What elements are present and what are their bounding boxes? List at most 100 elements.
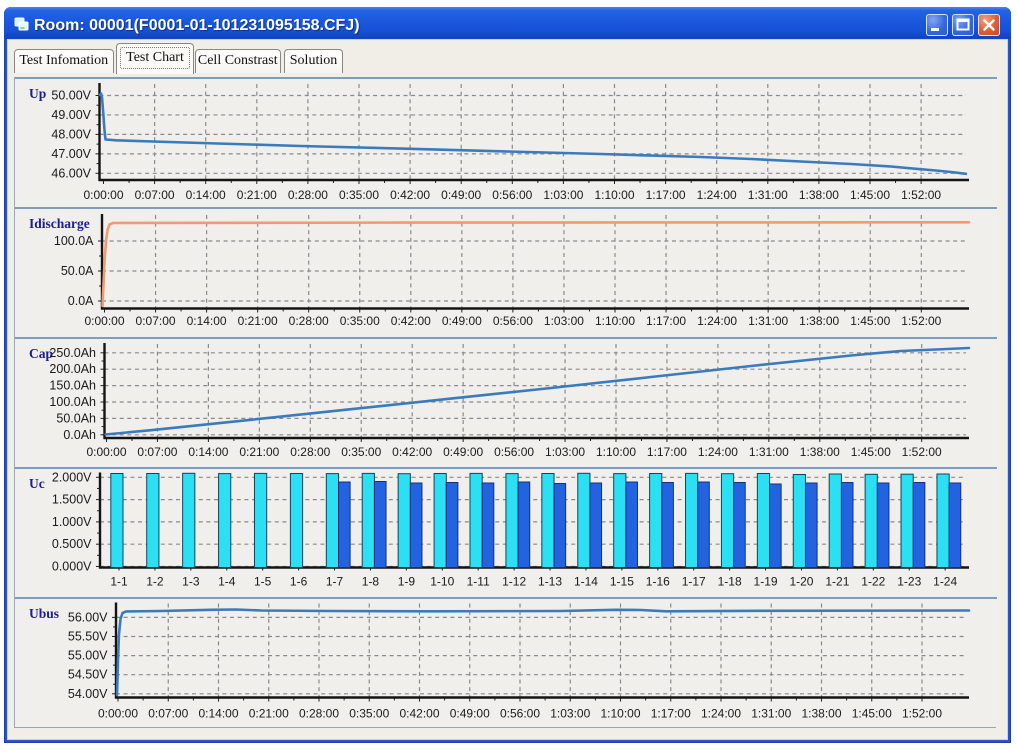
svg-text:0:49:00: 0:49:00 [442,314,482,328]
svg-text:1:10:00: 1:10:00 [596,445,636,459]
svg-text:1-13: 1-13 [538,575,562,589]
svg-text:0:21:00: 0:21:00 [239,445,279,459]
svg-text:0:21:00: 0:21:00 [237,188,277,202]
svg-text:56.00V: 56.00V [68,610,108,624]
svg-text:54.50V: 54.50V [68,668,108,682]
svg-text:1:52:00: 1:52:00 [902,707,942,721]
svg-text:150.0Ah: 150.0Ah [49,379,96,393]
svg-text:1:03:00: 1:03:00 [544,314,584,328]
svg-text:100.0A: 100.0A [54,234,94,248]
svg-text:0:56:00: 0:56:00 [494,445,534,459]
svg-text:1-24: 1-24 [933,575,957,589]
svg-text:54.00V: 54.00V [68,687,108,701]
svg-text:0:07:00: 0:07:00 [135,188,175,202]
svg-text:0:07:00: 0:07:00 [136,314,176,328]
svg-text:1:45:00: 1:45:00 [852,707,892,721]
svg-text:1:10:00: 1:10:00 [595,314,635,328]
svg-text:0:42:00: 0:42:00 [391,314,431,328]
svg-text:49.00V: 49.00V [51,108,91,122]
svg-text:1-16: 1-16 [646,575,670,589]
svg-text:1-1: 1-1 [110,575,128,589]
svg-text:0:00:00: 0:00:00 [83,188,123,202]
svg-text:Uc: Uc [29,476,45,491]
svg-text:Ubus: Ubus [29,606,59,621]
svg-text:0:35:00: 0:35:00 [340,314,380,328]
svg-text:1-5: 1-5 [254,575,272,589]
svg-text:1:52:00: 1:52:00 [901,188,941,202]
svg-text:0:49:00: 0:49:00 [441,188,481,202]
svg-text:0:28:00: 0:28:00 [299,707,339,721]
svg-text:1:10:00: 1:10:00 [594,188,634,202]
svg-text:50.0Ah: 50.0Ah [56,411,96,425]
svg-text:1.500V: 1.500V [52,493,92,507]
svg-text:1-9: 1-9 [398,575,416,589]
svg-text:1-14: 1-14 [574,575,598,589]
svg-text:55.50V: 55.50V [68,630,108,644]
svg-text:1-15: 1-15 [610,575,634,589]
svg-text:1-2: 1-2 [146,575,164,589]
svg-text:0:56:00: 0:56:00 [493,314,533,328]
svg-text:0:35:00: 0:35:00 [349,707,389,721]
svg-text:0:28:00: 0:28:00 [288,188,328,202]
svg-text:0:00:00: 0:00:00 [86,445,126,459]
svg-text:1:38:00: 1:38:00 [801,707,841,721]
svg-text:0:35:00: 0:35:00 [339,188,379,202]
svg-text:1:10:00: 1:10:00 [600,707,640,721]
svg-text:0:00:00: 0:00:00 [98,707,138,721]
svg-text:0:49:00: 0:49:00 [450,707,490,721]
svg-text:0:28:00: 0:28:00 [290,445,330,459]
svg-text:1-23: 1-23 [897,575,921,589]
svg-text:1:17:00: 1:17:00 [646,188,686,202]
svg-text:Up: Up [29,86,46,101]
svg-text:100.0Ah: 100.0Ah [49,395,96,409]
svg-text:1:03:00: 1:03:00 [550,707,590,721]
svg-text:0:42:00: 0:42:00 [392,445,432,459]
svg-text:1-4: 1-4 [218,575,236,589]
svg-text:1:38:00: 1:38:00 [799,188,839,202]
svg-text:0:07:00: 0:07:00 [137,445,177,459]
svg-text:1-12: 1-12 [502,575,526,589]
svg-text:0:14:00: 0:14:00 [187,314,227,328]
svg-text:2.000V: 2.000V [52,470,92,484]
svg-text:1:24:00: 1:24:00 [698,445,738,459]
svg-text:0:42:00: 0:42:00 [390,188,430,202]
svg-text:1-19: 1-19 [754,575,778,589]
svg-text:1:03:00: 1:03:00 [545,445,585,459]
svg-text:1:17:00: 1:17:00 [651,707,691,721]
svg-text:1:24:00: 1:24:00 [701,707,741,721]
svg-text:1:17:00: 1:17:00 [647,445,687,459]
svg-text:0.0A: 0.0A [68,294,94,308]
svg-text:1:52:00: 1:52:00 [902,445,942,459]
svg-text:1:31:00: 1:31:00 [751,707,791,721]
svg-text:1-6: 1-6 [290,575,308,589]
svg-text:0:56:00: 0:56:00 [492,188,532,202]
svg-text:0:14:00: 0:14:00 [186,188,226,202]
svg-text:0:42:00: 0:42:00 [399,707,439,721]
svg-text:0:28:00: 0:28:00 [289,314,329,328]
svg-text:0:21:00: 0:21:00 [238,314,278,328]
svg-text:0:21:00: 0:21:00 [249,707,289,721]
svg-text:1-20: 1-20 [789,575,813,589]
svg-text:1:31:00: 1:31:00 [748,188,788,202]
svg-text:1.000V: 1.000V [52,515,92,529]
svg-text:0.500V: 0.500V [52,537,92,551]
svg-text:1-8: 1-8 [362,575,380,589]
svg-text:1:17:00: 1:17:00 [646,314,686,328]
svg-text:1:38:00: 1:38:00 [799,314,839,328]
svg-text:0:14:00: 0:14:00 [198,707,238,721]
svg-text:1:24:00: 1:24:00 [697,188,737,202]
svg-text:1-7: 1-7 [326,575,344,589]
svg-text:1-11: 1-11 [467,575,490,589]
svg-text:1-18: 1-18 [718,575,742,589]
svg-text:55.00V: 55.00V [68,649,108,663]
svg-text:47.00V: 47.00V [51,147,91,161]
svg-text:50.0A: 50.0A [61,264,94,278]
svg-text:48.00V: 48.00V [51,127,91,141]
svg-text:46.00V: 46.00V [51,166,91,180]
svg-text:1:45:00: 1:45:00 [850,314,890,328]
svg-text:50.00V: 50.00V [51,89,91,103]
svg-text:1:03:00: 1:03:00 [543,188,583,202]
svg-text:1:31:00: 1:31:00 [748,314,788,328]
svg-text:0:07:00: 0:07:00 [148,707,188,721]
svg-text:1-3: 1-3 [182,575,200,589]
